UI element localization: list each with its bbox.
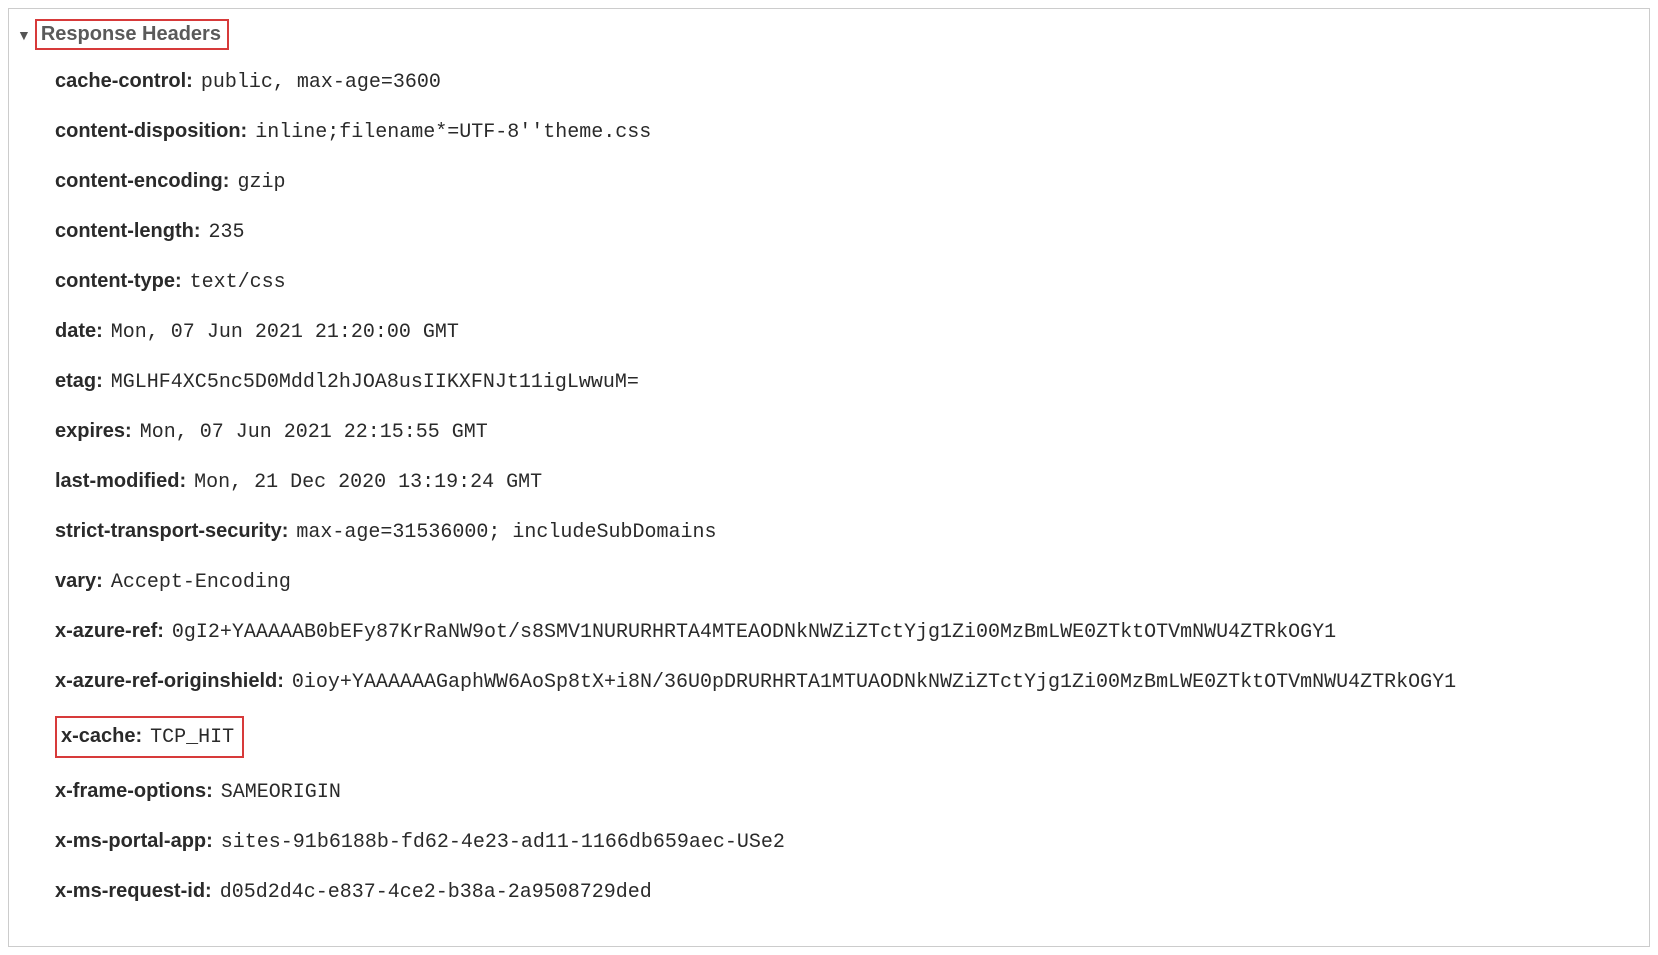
header-name: x-azure-ref: (55, 620, 164, 642)
header-row: x-frame-options: SAMEORIGIN (55, 776, 1641, 808)
header-row: content-encoding: gzip (55, 166, 1641, 198)
header-name: x-cache: (61, 725, 142, 747)
header-value: 235 (209, 221, 245, 244)
header-value: 0ioy+YAAAAAAGaphWW6AoSp8tX+i8N/36U0pDRUR… (292, 671, 1456, 694)
header-name: etag: (55, 370, 103, 392)
section-title: Response Headers (41, 23, 221, 45)
header-name: last-modified: (55, 470, 186, 492)
header-name: x-ms-request-id: (55, 880, 212, 902)
header-name: x-frame-options: (55, 780, 213, 802)
header-name: x-ms-portal-app: (55, 830, 213, 852)
header-value: gzip (237, 171, 285, 194)
header-row: vary: Accept-Encoding (55, 566, 1641, 598)
disclosure-triangle-icon[interactable]: ▼ (17, 27, 31, 43)
header-value: TCP_HIT (150, 726, 234, 749)
header-value: text/css (190, 271, 286, 294)
header-name: vary: (55, 570, 103, 592)
header-row: x-ms-request-id: d05d2d4c-e837-4ce2-b38a-… (55, 876, 1641, 908)
section-header[interactable]: ▼ Response Headers (17, 19, 1641, 50)
header-row: last-modified: Mon, 21 Dec 2020 13:19:24 … (55, 466, 1641, 498)
header-value: 0gI2+YAAAAAB0bEFy87KrRaNW9ot/s8SMV1NURUR… (172, 621, 1336, 644)
header-name: expires: (55, 420, 132, 442)
headers-list: cache-control: public, max-age=3600 conte… (17, 66, 1641, 908)
header-value: d05d2d4c-e837-4ce2-b38a-2a9508729ded (220, 881, 652, 904)
header-row: strict-transport-security: max-age=315360… (55, 516, 1641, 548)
header-value: max-age=31536000; includeSubDomains (296, 521, 716, 544)
header-value: public, max-age=3600 (201, 71, 441, 94)
header-value: MGLHF4XC5nc5D0Mddl2hJOA8usIIKXFNJt11igLw… (111, 371, 639, 394)
header-row: x-azure-ref: 0gI2+YAAAAAB0bEFy87KrRaNW9ot… (55, 616, 1641, 648)
header-name: content-encoding: (55, 170, 229, 192)
header-row: x-azure-ref-originshield: 0ioy+YAAAAAAGap… (55, 666, 1641, 698)
header-value: SAMEORIGIN (221, 781, 341, 804)
header-value: Mon, 07 Jun 2021 21:20:00 GMT (111, 321, 459, 344)
header-name: content-type: (55, 270, 182, 292)
header-row: date: Mon, 07 Jun 2021 21:20:00 GMT (55, 316, 1641, 348)
header-name: content-length: (55, 220, 201, 242)
header-row: content-type: text/css (55, 266, 1641, 298)
header-row: content-disposition: inline;filename*=UTF… (55, 116, 1641, 148)
header-value: Mon, 21 Dec 2020 13:19:24 GMT (194, 471, 542, 494)
header-row: cache-control: public, max-age=3600 (55, 66, 1641, 98)
header-name: date: (55, 320, 103, 342)
header-value: sites-91b6188b-fd62-4e23-ad11-1166db659a… (221, 831, 785, 854)
header-row: etag: MGLHF4XC5nc5D0Mddl2hJOA8usIIKXFNJt1… (55, 366, 1641, 398)
header-value: inline;filename*=UTF-8''theme.css (255, 121, 651, 144)
header-row: content-length: 235 (55, 216, 1641, 248)
header-row: x-ms-portal-app: sites-91b6188b-fd62-4e23… (55, 826, 1641, 858)
header-row: x-cache: TCP_HIT (55, 716, 1641, 758)
response-headers-panel: ▼ Response Headers cache-control: public,… (8, 8, 1650, 947)
header-value: Mon, 07 Jun 2021 22:15:55 GMT (140, 421, 488, 444)
header-name: content-disposition: (55, 120, 247, 142)
header-name: cache-control: (55, 70, 193, 92)
header-value: Accept-Encoding (111, 571, 291, 594)
header-name: strict-transport-security: (55, 520, 288, 542)
header-name: x-azure-ref-originshield: (55, 670, 284, 692)
header-row: expires: Mon, 07 Jun 2021 22:15:55 GMT (55, 416, 1641, 448)
